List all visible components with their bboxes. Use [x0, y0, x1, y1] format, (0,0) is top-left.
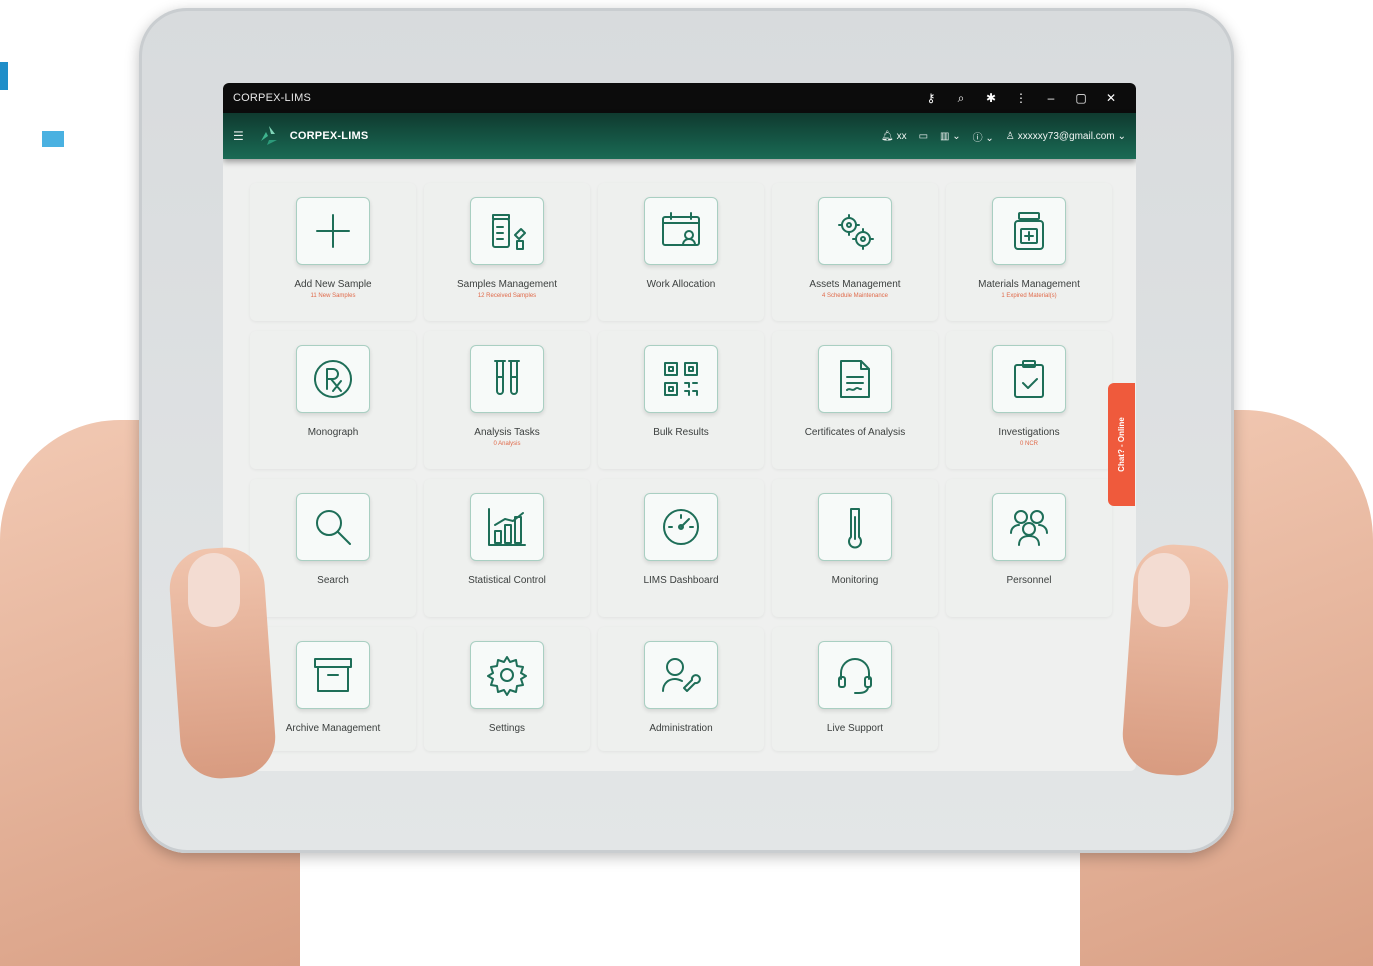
- tile-investigations[interactable]: Investigations 0 NCR: [946, 331, 1112, 469]
- app-header: ☰ CORPEX-LIMS 🔔︎ xx ▭ ▥ ⌄ ⓘ ⌄ ♙ xxxxxy73@g…: [223, 113, 1136, 159]
- minimize-icon[interactable]: –: [1036, 91, 1066, 105]
- qr-code-icon: [664, 362, 698, 396]
- tile-personnel[interactable]: Personnel: [946, 479, 1112, 617]
- tile-statistical-control[interactable]: Statistical Control: [424, 479, 590, 617]
- headset-icon: [838, 658, 872, 694]
- people-icon: [1010, 510, 1048, 546]
- more-vertical-icon[interactable]: ⋮: [1006, 91, 1036, 105]
- bell-icon: 🔔︎: [880, 130, 894, 142]
- tile-label: Settings: [488, 723, 526, 734]
- tile-bulk-results[interactable]: Bulk Results: [598, 331, 764, 469]
- tile-badge: 11 New Samples: [310, 293, 356, 299]
- tile-certificates-of-analysis[interactable]: Certificates of Analysis: [772, 331, 938, 469]
- sample-bottle-icon: [492, 214, 526, 250]
- app-brand: CORPEX-LIMS: [289, 130, 369, 142]
- chevron-down-icon: ⌄: [1117, 130, 1126, 142]
- tile-badge: 4 Schedule Maintenance: [821, 293, 889, 299]
- bar-chart-icon: [488, 508, 526, 546]
- clipboard-check-icon: [1014, 360, 1044, 398]
- tile-label: Certificates of Analysis: [804, 427, 906, 438]
- admin-user-wrench-icon: [662, 658, 701, 692]
- extension-icon[interactable]: ✱: [976, 91, 1006, 105]
- certificate-icon: [840, 360, 870, 398]
- user-icon: ♙: [1005, 130, 1015, 142]
- settings-gear-icon: [487, 656, 527, 696]
- maximize-icon[interactable]: ▢: [1066, 91, 1096, 105]
- tile-label: Personnel: [1006, 575, 1052, 586]
- tile-settings[interactable]: Settings: [424, 627, 590, 751]
- tile-search[interactable]: Search: [250, 479, 416, 617]
- tile-materials-management[interactable]: Materials Management 1 Expired Material(…: [946, 183, 1112, 321]
- archive-box-icon: [314, 658, 352, 692]
- tile-analysis-tasks[interactable]: Analysis Tasks 0 Analysis: [424, 331, 590, 469]
- chat-online-tab[interactable]: Chat? - Online: [1108, 383, 1135, 506]
- right-thumbnail: [1138, 553, 1190, 627]
- tile-assets-management[interactable]: Assets Management 4 Schedule Maintenance: [772, 183, 938, 321]
- tile-label: Analysis Tasks: [474, 427, 540, 438]
- tile-label: Administration: [649, 723, 713, 734]
- medicine-jar-icon: [1014, 212, 1044, 250]
- work-allocation-icon: [662, 212, 700, 246]
- thermometer-icon: [848, 508, 862, 549]
- tile-label: Investigations: [998, 427, 1060, 438]
- decorative-blue-bar: [0, 62, 8, 90]
- plus-icon: [316, 214, 350, 248]
- window-title: CORPEX-LIMS: [233, 92, 311, 104]
- tile-label: LIMS Dashboard: [643, 575, 719, 586]
- tile-samples-management[interactable]: Samples Management 12 Received Samples: [424, 183, 590, 321]
- tile-badge: 0 NCR: [1019, 441, 1038, 447]
- left-thumbnail: [188, 553, 240, 627]
- tile-label: Samples Management: [456, 279, 558, 290]
- decorative-blue-square: [42, 131, 64, 147]
- messages-icon[interactable]: ▭: [919, 131, 928, 142]
- rx-icon: [314, 360, 352, 398]
- tile-label: Live Support: [826, 723, 884, 734]
- module-grid: Add New Sample 11 New Samples Samples Ma…: [250, 183, 1112, 751]
- tile-lims-dashboard[interactable]: LIMS Dashboard: [598, 479, 764, 617]
- tile-live-support[interactable]: Live Support: [772, 627, 938, 751]
- tile-label: Add New Sample: [294, 279, 372, 290]
- menu-icon[interactable]: ☰: [233, 129, 244, 143]
- building-menu-icon[interactable]: ▥ ⌄: [940, 131, 961, 142]
- tile-label: Search: [317, 575, 349, 586]
- tile-label: Monitoring: [831, 575, 879, 586]
- corpex-logo-icon: [260, 126, 277, 145]
- notifications-button[interactable]: 🔔︎ xx: [881, 131, 907, 142]
- key-icon[interactable]: ⚷: [916, 91, 946, 105]
- tile-label: Statistical Control: [468, 575, 546, 586]
- tile-badge: 0 Analysis: [493, 441, 521, 447]
- notifications-count: xx: [896, 130, 907, 142]
- tile-administration[interactable]: Administration: [598, 627, 764, 751]
- app-screen: CORPEX-LIMS ⚷ ⌕ ✱ ⋮ – ▢ ✕ ☰ CORPEX-LIMS …: [223, 83, 1136, 771]
- zoom-icon[interactable]: ⌕: [946, 91, 976, 106]
- test-tubes-icon: [494, 360, 520, 395]
- tile-add-new-sample[interactable]: Add New Sample 11 New Samples: [250, 183, 416, 321]
- user-menu[interactable]: ♙ xxxxxy73@gmail.com ⌄: [1006, 131, 1126, 142]
- help-menu-icon[interactable]: ⓘ ⌄: [973, 129, 994, 144]
- search-icon: [316, 510, 351, 545]
- close-icon[interactable]: ✕: [1096, 91, 1126, 105]
- tile-monitoring[interactable]: Monitoring: [772, 479, 938, 617]
- tile-label: Bulk Results: [653, 427, 709, 438]
- tile-badge: 12 Received Samples: [477, 293, 537, 299]
- window-titlebar: CORPEX-LIMS ⚷ ⌕ ✱ ⋮ – ▢ ✕: [223, 83, 1136, 113]
- tile-label: Work Allocation: [646, 279, 716, 290]
- tile-label: Monograph: [307, 427, 359, 438]
- tile-badge: 1 Expired Material(s): [1001, 293, 1057, 299]
- tile-monograph[interactable]: Monograph: [250, 331, 416, 469]
- user-email: xxxxxy73@gmail.com: [1017, 130, 1115, 142]
- tile-label: Assets Management: [809, 279, 901, 290]
- chat-tab-label: Chat? - Online: [1117, 417, 1127, 472]
- tile-label: Archive Management: [285, 723, 381, 734]
- gears-icon: [838, 214, 874, 250]
- gauge-icon: [663, 509, 699, 545]
- tile-work-allocation[interactable]: Work Allocation: [598, 183, 764, 321]
- tile-label: Materials Management: [978, 279, 1080, 290]
